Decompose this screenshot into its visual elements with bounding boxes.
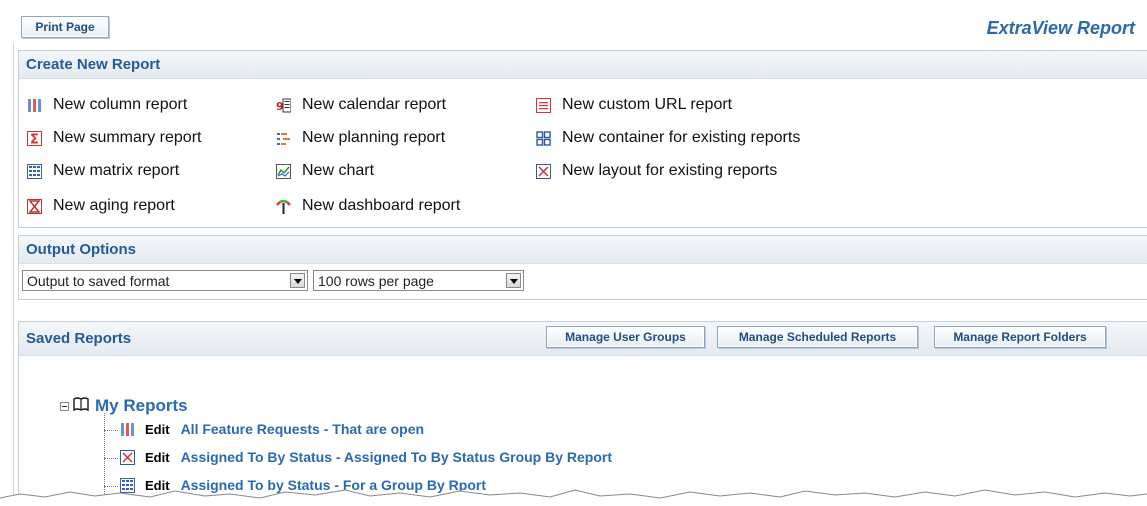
new-matrix-report-link[interactable]: New matrix report xyxy=(27,162,179,180)
new-container-link[interactable]: New container for existing reports xyxy=(536,129,800,147)
chevron-down-icon[interactable] xyxy=(506,273,521,288)
new-calendar-report-link[interactable]: 9 New calendar report xyxy=(276,96,446,114)
sigma-icon: Σ xyxy=(27,130,42,147)
new-aging-report-label: New aging report xyxy=(53,197,175,214)
hourglass-icon xyxy=(27,198,42,214)
new-matrix-report-label: New matrix report xyxy=(53,162,180,179)
manage-user-groups-button[interactable]: Manage User Groups xyxy=(546,326,705,348)
new-planning-report-label: New planning report xyxy=(302,129,446,146)
line-chart-icon xyxy=(276,163,291,179)
new-layout-link[interactable]: New layout for existing reports xyxy=(536,162,777,180)
tree-branch xyxy=(104,458,118,459)
grid-icon xyxy=(27,163,42,179)
planning-icon xyxy=(276,131,291,146)
output-format-value: Output to saved format xyxy=(27,272,170,289)
new-dashboard-report-label: New dashboard report xyxy=(302,197,461,214)
new-summary-report-link[interactable]: Σ New summary report xyxy=(27,129,201,147)
rows-per-page-select[interactable]: 100 rows per page xyxy=(313,270,524,291)
new-calendar-report-label: New calendar report xyxy=(302,96,447,113)
url-report-icon xyxy=(536,97,551,113)
new-column-report-label: New column report xyxy=(53,96,188,113)
chevron-down-icon[interactable] xyxy=(290,273,305,288)
new-summary-report-label: New summary report xyxy=(53,129,202,146)
tree-branch xyxy=(104,430,118,431)
edit-link[interactable]: Edit xyxy=(145,422,170,437)
gauge-icon xyxy=(276,199,291,214)
report-link[interactable]: Assigned To By Status - Assigned To By S… xyxy=(181,449,612,465)
column-report-icon xyxy=(27,98,42,113)
new-planning-report-link[interactable]: New planning report xyxy=(276,129,445,147)
layout-icon xyxy=(536,163,551,179)
new-chart-link[interactable]: New chart xyxy=(276,162,374,180)
new-chart-label: New chart xyxy=(302,162,375,179)
list-item: Edit Assigned To By Status - Assigned To… xyxy=(120,449,612,465)
new-container-label: New container for existing reports xyxy=(562,129,801,146)
my-reports-label: My Reports xyxy=(95,396,188,415)
rows-per-page-value: 100 rows per page xyxy=(318,272,434,289)
column-report-icon xyxy=(120,422,135,437)
new-column-report-link[interactable]: New column report xyxy=(27,96,187,114)
manage-scheduled-reports-button[interactable]: Manage Scheduled Reports xyxy=(717,326,918,348)
new-custom-url-report-label: New custom URL report xyxy=(562,96,733,113)
list-item: Edit All Feature Requests - That are ope… xyxy=(120,421,424,437)
container-icon xyxy=(536,130,551,146)
torn-edge xyxy=(0,489,1147,506)
new-aging-report-link[interactable]: New aging report xyxy=(27,197,175,215)
new-dashboard-report-link[interactable]: New dashboard report xyxy=(276,197,460,215)
book-icon xyxy=(73,396,89,416)
output-options-header: Output Options xyxy=(19,236,1147,264)
new-custom-url-report-link[interactable]: New custom URL report xyxy=(536,96,732,114)
new-layout-label: New layout for existing reports xyxy=(562,162,778,179)
tree-branch xyxy=(104,486,118,487)
my-reports-folder[interactable]: My Reports xyxy=(60,396,188,416)
calendar-icon: 9 xyxy=(276,98,292,113)
output-format-select[interactable]: Output to saved format xyxy=(22,270,308,291)
report-link[interactable]: All Feature Requests - That are open xyxy=(181,421,425,437)
top-bar: Print Page ExtraView Report xyxy=(13,0,1147,43)
manage-report-folders-button[interactable]: Manage Report Folders xyxy=(934,326,1106,348)
brand-title: ExtraView Report xyxy=(986,18,1135,38)
collapse-icon[interactable] xyxy=(60,401,69,411)
create-report-header: Create New Report xyxy=(19,51,1147,79)
layout-icon xyxy=(120,449,135,465)
print-page-button[interactable]: Print Page xyxy=(21,16,109,38)
svg-text:Σ: Σ xyxy=(30,132,39,146)
edit-link[interactable]: Edit xyxy=(145,450,170,465)
